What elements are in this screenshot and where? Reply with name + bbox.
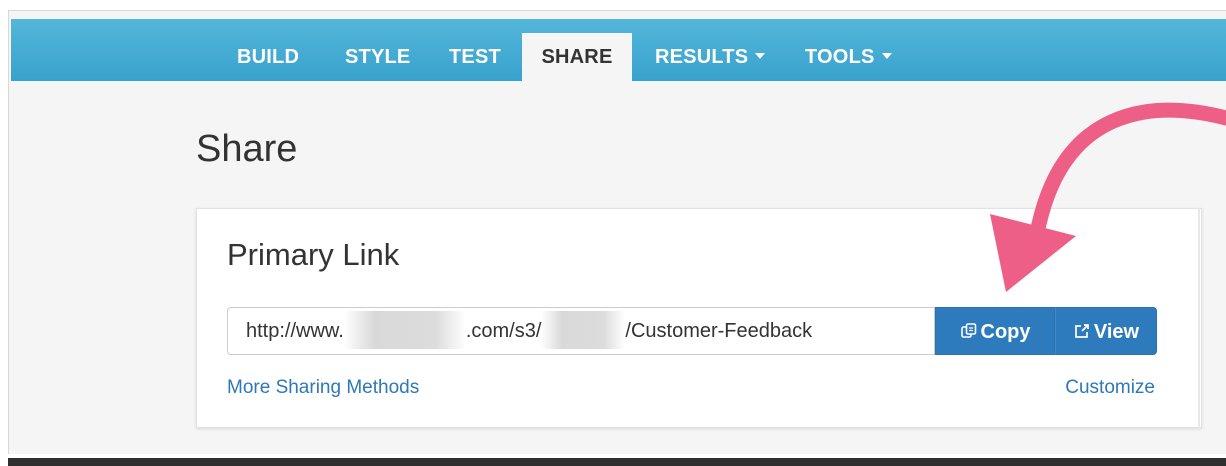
url-prefix: http://www. (246, 320, 344, 342)
nav-tab-build[interactable]: BUILD (237, 19, 299, 81)
primary-link-card: Primary Link http://www. .com/s3/ /Custome… (196, 208, 1202, 428)
redacted-survey-id (541, 310, 626, 349)
bottom-edge (8, 458, 1226, 466)
nav-tab-label: SHARE (541, 46, 613, 68)
nav-tab-style[interactable]: STYLE (345, 19, 410, 81)
url-middle: .com/s3/ (465, 320, 542, 342)
nav-tab-label: RESULTS (655, 46, 749, 68)
nav-tab-test[interactable]: TEST (449, 19, 501, 81)
nav-tab-tools[interactable]: TOOLS (805, 19, 892, 81)
copy-button[interactable]: Copy (935, 307, 1055, 355)
customize-link[interactable]: Customize (1065, 377, 1155, 399)
more-sharing-methods-link[interactable]: More Sharing Methods (227, 377, 419, 399)
view-button-label: View (1093, 321, 1140, 343)
card-title: Primary Link (227, 237, 400, 272)
nav-tab-label: STYLE (345, 46, 411, 68)
top-navigation: BUILD STYLE TEST SHARE RESULTS TOOLS (11, 19, 1226, 95)
copy-icon (960, 322, 976, 338)
view-button[interactable]: View (1055, 307, 1157, 355)
panel-divider (1198, 208, 1200, 430)
nav-tab-label: BUILD (237, 46, 300, 68)
nav-tab-results[interactable]: RESULTS (655, 19, 766, 81)
page-title: Share (196, 128, 298, 170)
primary-link-url-field[interactable]: http://www. .com/s3/ /Customer-Feedback (227, 307, 935, 355)
nav-tab-share[interactable]: SHARE (522, 33, 632, 95)
nav-tab-label: TOOLS (805, 46, 875, 68)
copy-button-label: Copy (980, 321, 1031, 343)
caret-down-icon (881, 52, 892, 59)
redacted-domain (343, 310, 466, 349)
url-suffix: /Customer-Feedback (625, 320, 813, 342)
external-link-icon (1075, 323, 1089, 338)
nav-tab-label: TEST (449, 46, 501, 68)
caret-down-icon (755, 52, 766, 59)
